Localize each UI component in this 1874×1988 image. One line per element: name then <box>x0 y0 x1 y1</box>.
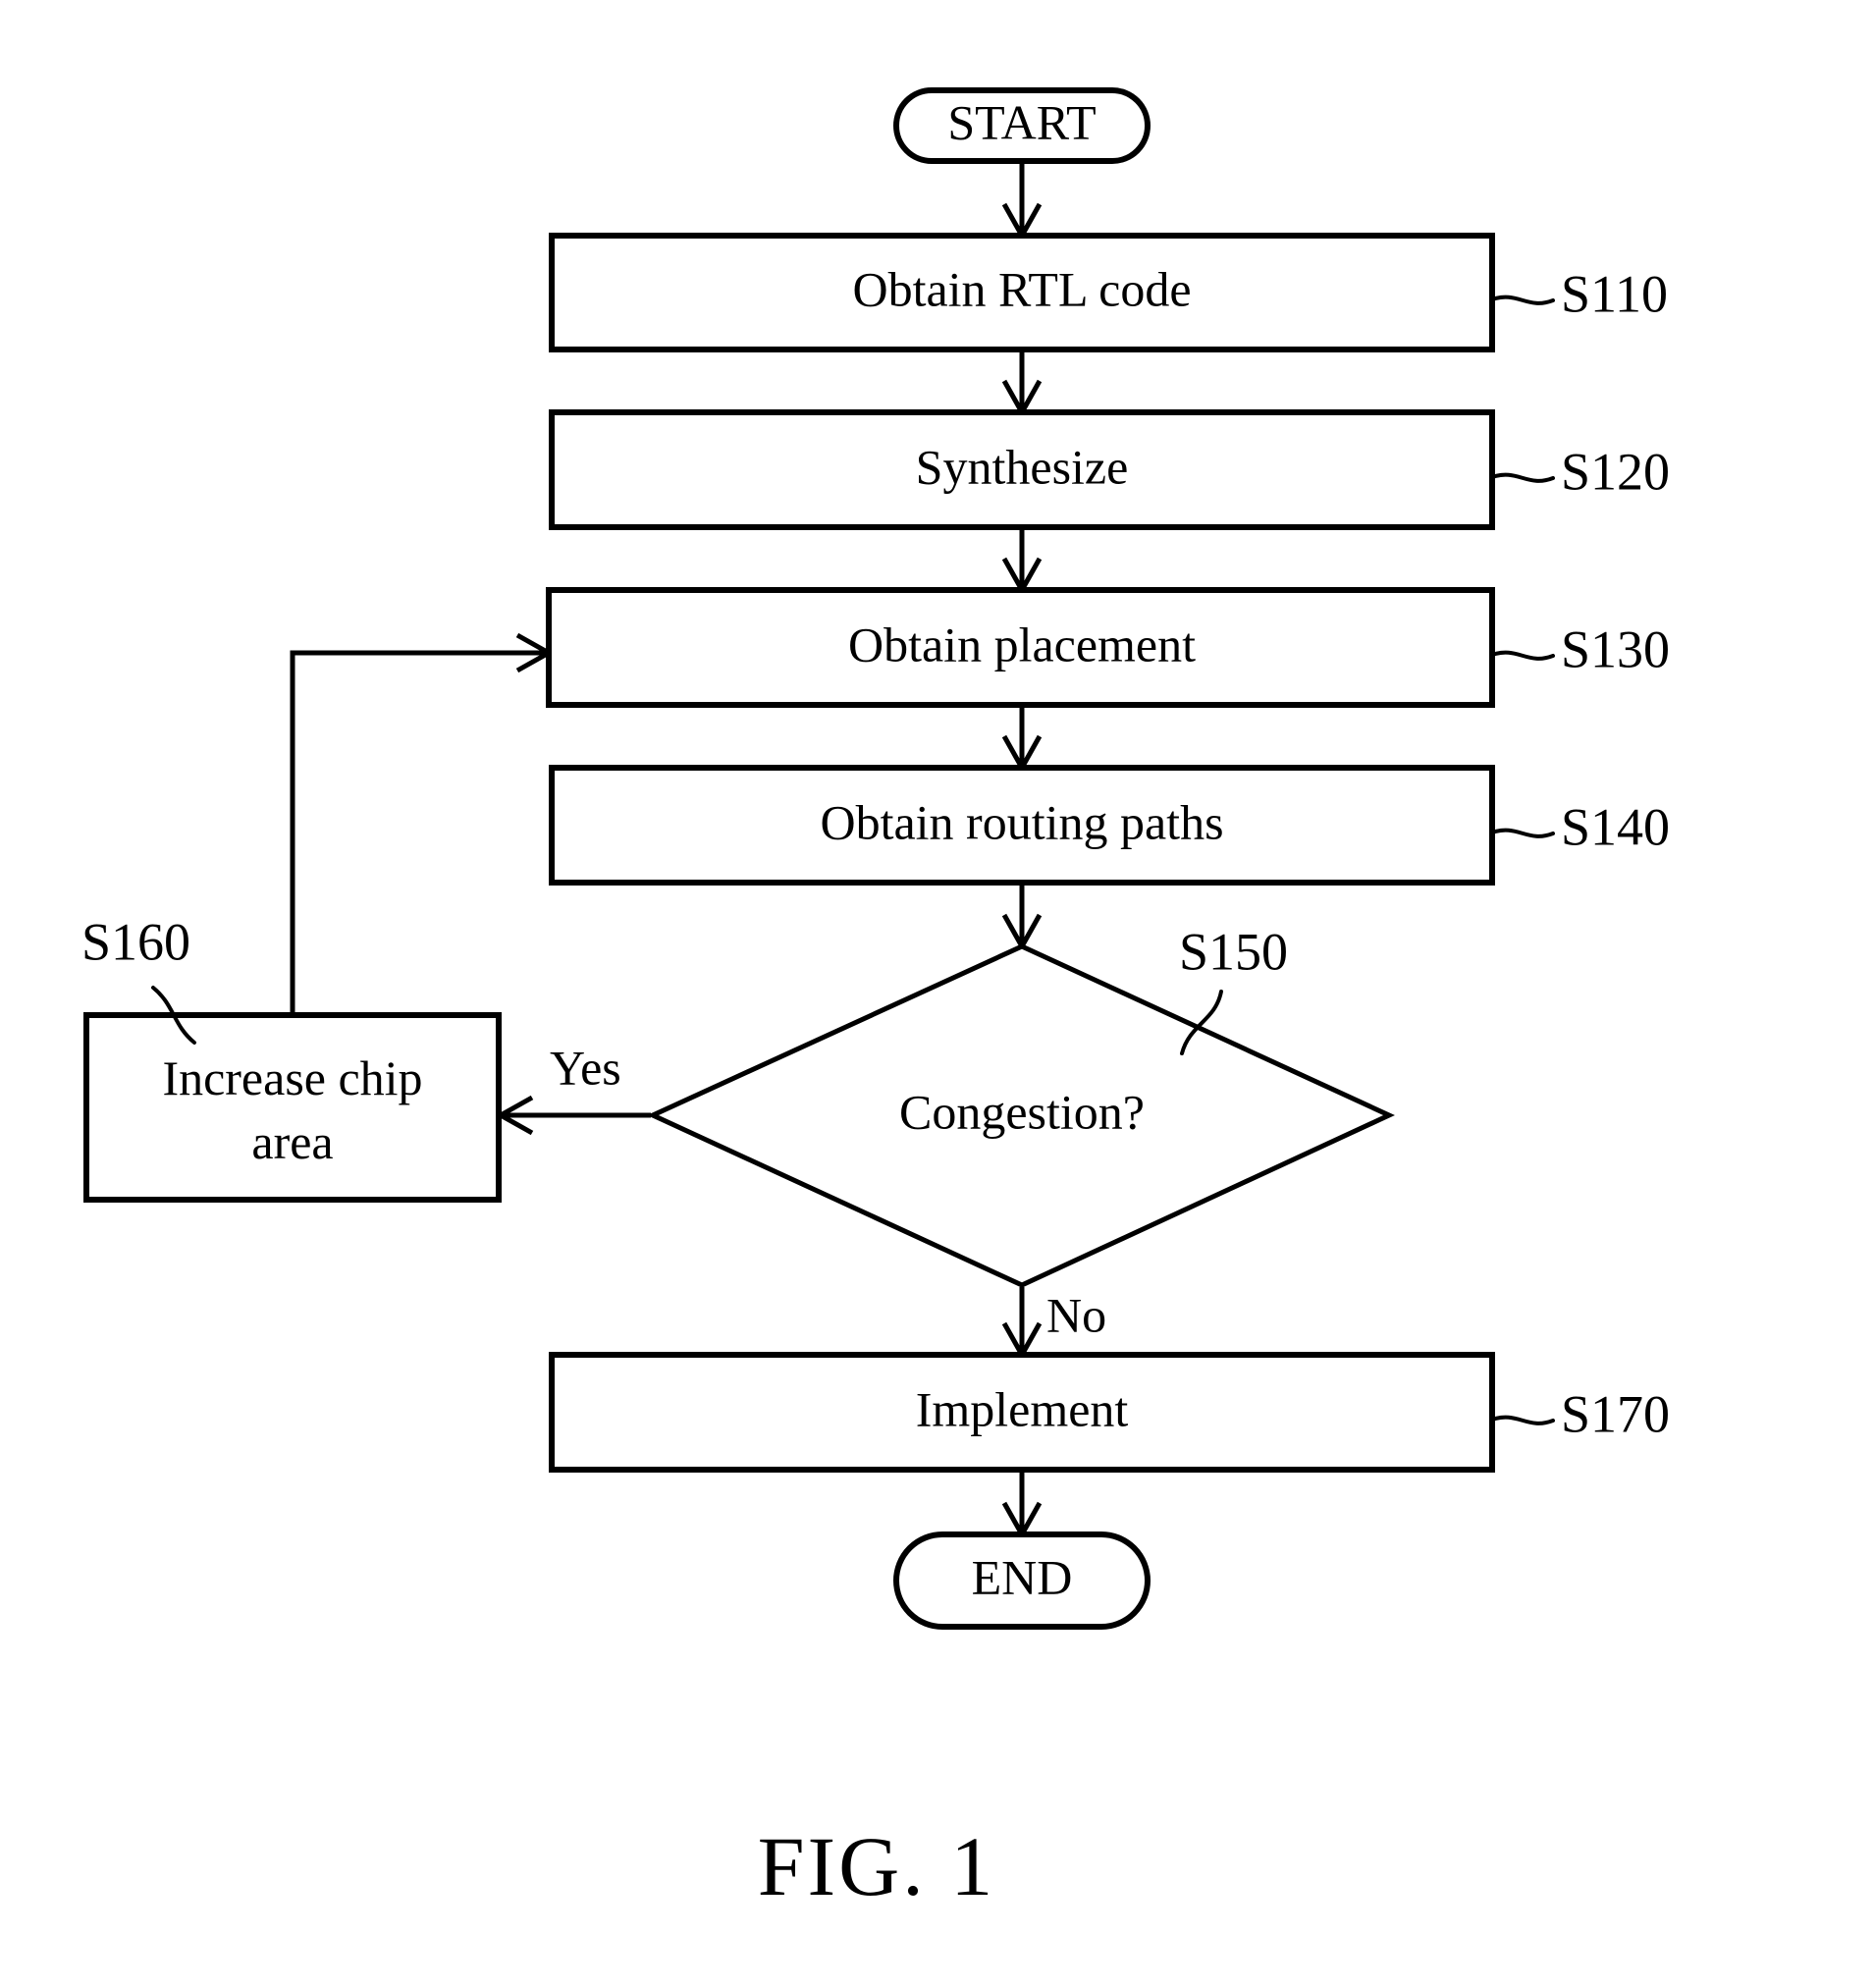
s160-label-line1: Increase chip <box>162 1050 422 1105</box>
ref-leader-s120 <box>1490 472 1555 483</box>
node-end[interactable]: END <box>893 1531 1151 1630</box>
connector-s150-to-s160-yes <box>495 1095 651 1136</box>
ref-label-s120: S120 <box>1561 442 1670 501</box>
connector-s140-to-s150 <box>1001 883 1043 952</box>
connector-s150-to-s170-no <box>1001 1287 1043 1361</box>
ref-label-s130: S130 <box>1561 619 1670 678</box>
ref-label-s160: S160 <box>81 912 190 971</box>
connector-s170-to-end <box>1001 1470 1043 1540</box>
edge-label-no: No <box>1046 1287 1106 1342</box>
ref-leader-s110 <box>1490 295 1555 305</box>
node-s160[interactable]: Increase chip area <box>83 1012 502 1203</box>
figure-container: START Obtain RTL code S110 Synthesize S1… <box>0 0 1874 1988</box>
s150-label: Congestion? <box>899 1084 1145 1139</box>
s120-label: Synthesize <box>916 439 1129 494</box>
node-s110[interactable]: Obtain RTL code <box>549 233 1495 352</box>
node-s120[interactable]: Synthesize <box>549 409 1495 530</box>
s160-label-line2: area <box>251 1114 333 1169</box>
ref-label-s140: S140 <box>1561 797 1670 856</box>
connector-s130-to-s140 <box>1001 705 1043 774</box>
connector-start-to-s110 <box>1001 155 1043 242</box>
ref-leader-s140 <box>1490 828 1555 838</box>
s110-label: Obtain RTL code <box>852 261 1191 316</box>
node-s170[interactable]: Implement <box>549 1352 1495 1473</box>
start-label: START <box>947 94 1096 149</box>
s140-label: Obtain routing paths <box>820 794 1223 849</box>
node-s150[interactable]: Congestion? <box>647 943 1395 1288</box>
node-s130[interactable]: Obtain placement <box>546 587 1495 708</box>
ref-leader-s130 <box>1490 650 1555 661</box>
figure-caption: FIG. 1 <box>758 1819 996 1913</box>
edge-label-yes: Yes <box>550 1040 621 1095</box>
flowchart-diagram: START Obtain RTL code S110 Synthesize S1… <box>81 87 1670 1913</box>
ref-label-s170: S170 <box>1561 1384 1670 1443</box>
connector-s120-to-s130 <box>1001 527 1043 596</box>
s130-label: Obtain placement <box>848 617 1196 672</box>
connector-s110-to-s120 <box>1001 349 1043 418</box>
node-start[interactable]: START <box>893 87 1151 164</box>
connector-s160-to-s130-feedback <box>290 632 555 1015</box>
end-label: END <box>972 1549 1073 1604</box>
ref-label-s110: S110 <box>1561 264 1668 323</box>
ref-leader-s170 <box>1490 1415 1555 1425</box>
s160-shape <box>83 1012 502 1203</box>
node-s140[interactable]: Obtain routing paths <box>549 765 1495 886</box>
s170-label: Implement <box>916 1381 1129 1436</box>
ref-label-s150: S150 <box>1179 922 1288 981</box>
